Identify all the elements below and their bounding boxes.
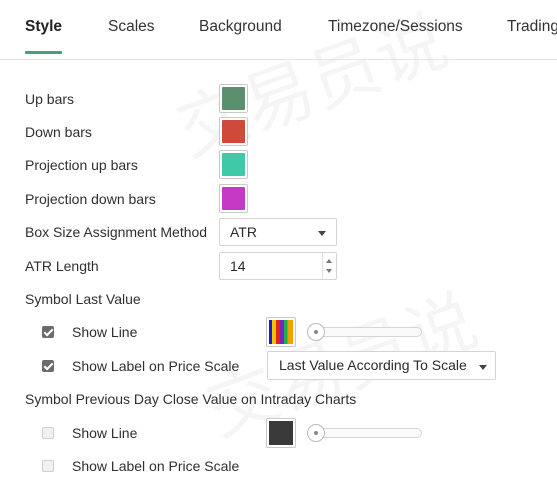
settings-tab-bar: Style Scales Background Timezone/Session… (0, 0, 557, 60)
up-bars-color-fill (222, 87, 245, 110)
prev-close-show-label-label: Show Label on Price Scale (72, 458, 240, 474)
box-size-method-value: ATR (230, 224, 257, 240)
tab-timezone-sessions[interactable]: Timezone/Sessions (328, 18, 463, 36)
last-value-opacity-slider-handle[interactable] (307, 323, 325, 341)
atr-length-label: ATR Length (25, 258, 99, 274)
last-value-show-label-checkbox[interactable] (42, 360, 54, 372)
chevron-down-icon (479, 365, 487, 370)
symbol-last-value-heading: Symbol Last Value (25, 291, 141, 307)
projection-down-bars-color-fill (222, 187, 245, 210)
last-value-line-color-swatch[interactable] (266, 317, 296, 347)
prev-close-opacity-slider[interactable] (312, 428, 422, 438)
atr-length-input[interactable]: 14 (219, 252, 337, 280)
active-tab-indicator (25, 51, 62, 54)
projection-down-bars-label: Projection down bars (25, 191, 156, 207)
last-value-scale-mode-value: Last Value According To Scale (279, 357, 467, 373)
tab-background[interactable]: Background (199, 18, 282, 36)
tab-style[interactable]: Style (25, 18, 62, 36)
last-value-show-line-label: Show Line (72, 324, 138, 340)
tab-scales[interactable]: Scales (108, 18, 155, 36)
box-size-method-select[interactable]: ATR (219, 218, 337, 246)
stepper-up-icon[interactable] (326, 259, 332, 263)
prev-close-show-label-checkbox[interactable] (42, 460, 54, 472)
box-size-method-label: Box Size Assignment Method (25, 224, 208, 240)
down-bars-color-fill (222, 120, 245, 143)
projection-down-bars-color-swatch[interactable] (219, 184, 248, 213)
prev-close-show-line-label: Show Line (72, 425, 138, 441)
last-value-scale-mode-select[interactable]: Last Value According To Scale (267, 351, 496, 380)
stepper-down-icon[interactable] (326, 269, 332, 273)
last-value-show-label-label: Show Label on Price Scale (72, 358, 240, 374)
multicolor-swatch-icon (269, 320, 293, 344)
tab-trading[interactable]: Trading (507, 18, 557, 36)
atr-length-stepper[interactable] (322, 253, 336, 279)
prev-close-show-line-checkbox[interactable] (42, 427, 54, 439)
projection-up-bars-color-swatch[interactable] (219, 150, 248, 179)
prev-close-line-color-fill (269, 421, 293, 445)
down-bars-color-swatch[interactable] (219, 117, 248, 146)
prev-close-line-color-swatch[interactable] (266, 418, 296, 448)
up-bars-color-swatch[interactable] (219, 84, 248, 113)
down-bars-label: Down bars (25, 124, 92, 140)
chevron-down-icon (318, 231, 326, 236)
last-value-opacity-slider[interactable] (312, 327, 422, 337)
projection-up-bars-color-fill (222, 153, 245, 176)
last-value-show-line-checkbox[interactable] (42, 326, 54, 338)
atr-length-value: 14 (230, 258, 246, 274)
projection-up-bars-label: Projection up bars (25, 157, 138, 173)
prev-close-heading: Symbol Previous Day Close Value on Intra… (25, 391, 357, 407)
up-bars-label: Up bars (25, 91, 75, 107)
prev-close-opacity-slider-handle[interactable] (307, 424, 325, 442)
